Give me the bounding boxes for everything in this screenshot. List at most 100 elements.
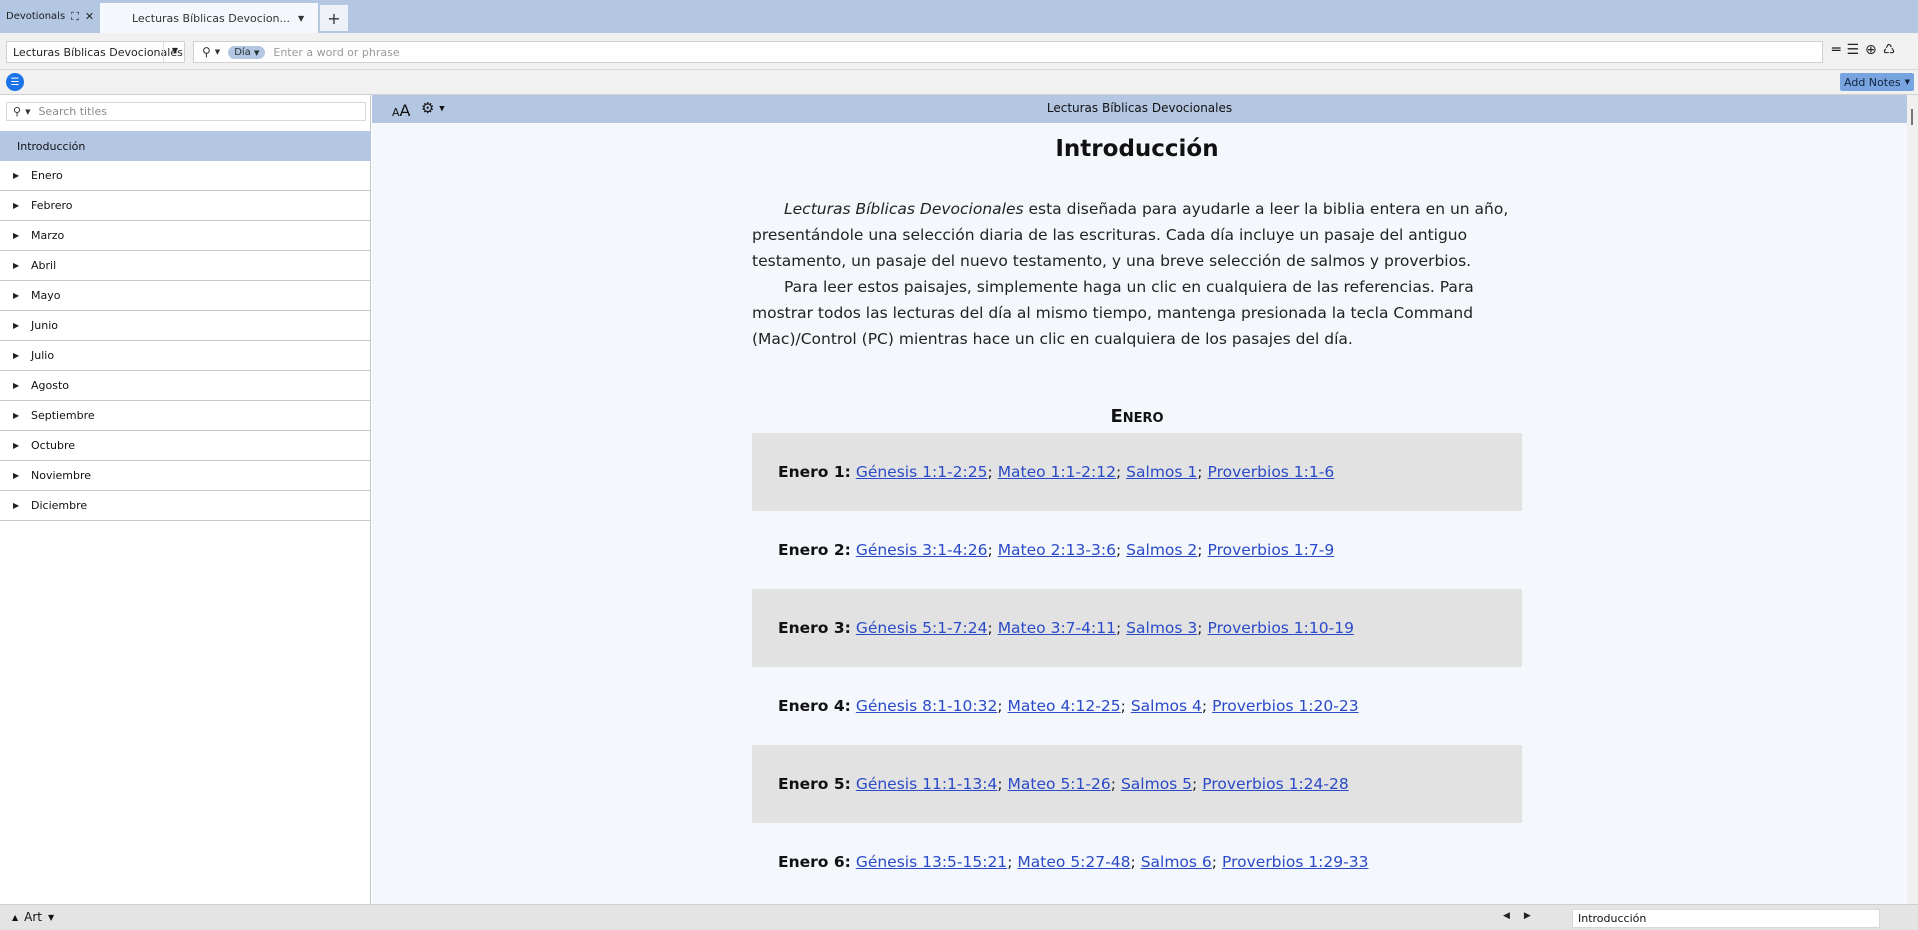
toc-item-label: Octubre xyxy=(31,439,76,452)
toc-item-septiembre[interactable]: ▶ Septiembre xyxy=(0,401,371,431)
ref-link[interactable]: Salmos 2 xyxy=(1126,541,1197,559)
expand-triangle-icon[interactable]: ▶ xyxy=(13,411,31,420)
title-search-box[interactable]: ⚲ ▼ xyxy=(6,102,366,121)
close-icon[interactable]: ✕ xyxy=(85,10,94,23)
ref-link[interactable]: Proverbios 1:7-9 xyxy=(1208,541,1335,559)
search-icon[interactable]: ⚲ xyxy=(13,105,21,118)
expand-triangle-icon[interactable]: ▶ xyxy=(13,201,31,210)
text-outline-icon[interactable]: ☰ xyxy=(1846,42,1859,58)
ref-link[interactable]: Salmos 1 xyxy=(1126,463,1197,481)
ref-link[interactable]: Salmos 4 xyxy=(1131,697,1202,715)
chevron-down-icon[interactable]: ▼ xyxy=(298,14,304,23)
table-of-contents-panel: ⚲ ▼ Introducción ▶Enero ▶Febrero ▶Marzo … xyxy=(0,95,371,904)
tab-label: Lecturas Bíblicas Devocion... xyxy=(132,11,291,25)
search-icon[interactable]: ⚲ xyxy=(202,45,211,59)
reading-pane: Introducción Lecturas Bíblicas Devociona… xyxy=(372,123,1907,904)
expand-triangle-icon[interactable]: ▶ xyxy=(13,501,31,510)
expand-triangle-icon[interactable]: ▶ xyxy=(13,351,31,360)
title-search-input[interactable] xyxy=(38,105,359,118)
ref-link[interactable]: Génesis 5:1-7:24 xyxy=(856,619,988,637)
ref-link[interactable]: Génesis 8:1-10:32 xyxy=(856,697,998,715)
toc-item-abril[interactable]: ▶ Abril xyxy=(0,251,371,281)
toc-item-introduccion[interactable]: Introducción xyxy=(0,131,371,161)
ref-link[interactable]: Génesis 3:1-4:26 xyxy=(856,541,988,559)
back-arrow-icon[interactable]: ◀ xyxy=(1503,911,1510,921)
location-field[interactable]: Introducción xyxy=(1572,909,1880,928)
scrollbar-thumb[interactable] xyxy=(1911,109,1913,125)
toc-item-julio[interactable]: ▶ Julio xyxy=(0,341,371,371)
expand-triangle-icon[interactable]: ▶ xyxy=(13,471,31,480)
toc-item-label: Septiembre xyxy=(31,409,95,422)
resource-title: Lecturas Bíblicas Devocionales xyxy=(1046,101,1233,115)
toc-item-mayo[interactable]: ▶ Mayo xyxy=(0,281,371,311)
expand-triangle-icon[interactable]: ▶ xyxy=(13,261,31,270)
chevron-down-icon[interactable]: ▼ xyxy=(25,108,30,116)
art-button[interactable]: ▲ Art ▼ xyxy=(12,910,54,924)
ref-link[interactable]: Mateo 5:27-48 xyxy=(1017,853,1130,871)
art-label: Art xyxy=(24,910,43,924)
toc-item-label: Febrero xyxy=(31,199,73,212)
recycle-icon[interactable]: ♺ xyxy=(1883,42,1896,58)
expand-icon[interactable]: ⛶ xyxy=(71,10,79,24)
ref-link[interactable]: Mateo 2:13-3:6 xyxy=(998,541,1116,559)
expand-triangle-icon[interactable]: ▶ xyxy=(13,231,31,240)
day-list: Enero 1: Génesis 1:1-2:25; Mateo 1:1-2:1… xyxy=(752,433,1522,901)
toc-item-diciembre[interactable]: ▶ Diciembre xyxy=(0,491,371,521)
toc-toggle-icon[interactable]: ☰ xyxy=(6,73,24,91)
ref-link[interactable]: Proverbios 1:10-19 xyxy=(1208,619,1354,637)
ref-link[interactable]: Mateo 1:1-2:12 xyxy=(998,463,1116,481)
tab-lecturas[interactable]: Lecturas Bíblicas Devocion... ▼ xyxy=(100,3,318,33)
content-scrollbar[interactable] xyxy=(1907,95,1918,904)
search-scope-pill[interactable]: Día ▼ xyxy=(228,45,266,59)
expand-triangle-icon[interactable]: ▶ xyxy=(13,381,31,390)
ref-link[interactable]: Salmos 3 xyxy=(1126,619,1197,637)
parallel-lines-icon[interactable]: ═ xyxy=(1832,42,1840,58)
day-row: Enero 3: Génesis 5:1-7:24; Mateo 3:7-4:1… xyxy=(752,589,1522,667)
ref-link[interactable]: Génesis 13:5-15:21 xyxy=(856,853,1007,871)
chevron-down-icon[interactable]: ▼ xyxy=(215,48,220,56)
ref-link[interactable]: Salmos 6 xyxy=(1141,853,1212,871)
chevron-down-icon: ▼ xyxy=(1904,78,1910,86)
day-label: Enero 5: xyxy=(778,775,851,793)
toc-item-marzo[interactable]: ▶ Marzo xyxy=(0,221,371,251)
ref-link[interactable]: Proverbios 1:24-28 xyxy=(1202,775,1348,793)
ref-link[interactable]: Mateo 4:12-25 xyxy=(1008,697,1121,715)
resource-selector[interactable]: Lecturas Bíblicas Devocionales ▼ xyxy=(6,41,185,63)
expand-triangle-icon[interactable]: ▶ xyxy=(13,171,31,180)
ref-link[interactable]: Mateo 3:7-4:11 xyxy=(998,619,1116,637)
chevron-down-icon[interactable]: ▼ xyxy=(172,46,178,55)
forward-arrow-icon[interactable]: ▶ xyxy=(1524,911,1531,921)
ref-link[interactable]: Salmos 5 xyxy=(1121,775,1192,793)
history-nav: ◀ ▶ xyxy=(1503,911,1531,921)
ref-link[interactable]: Proverbios 1:29-33 xyxy=(1222,853,1368,871)
toc-item-octubre[interactable]: ▶ Octubre xyxy=(0,431,371,461)
toc-item-noviembre[interactable]: ▶ Noviembre xyxy=(0,461,371,491)
day-row: Enero 2: Génesis 3:1-4:26; Mateo 2:13-3:… xyxy=(778,541,1335,559)
toc-item-febrero[interactable]: ▶ Febrero xyxy=(0,191,371,221)
ref-link[interactable]: Proverbios 1:1-6 xyxy=(1208,463,1335,481)
ref-link[interactable]: Génesis 1:1-2:25 xyxy=(856,463,988,481)
expand-triangle-icon[interactable]: ▶ xyxy=(13,291,31,300)
page-title: Introducción xyxy=(1055,136,1219,162)
toc-item-enero[interactable]: ▶ Enero xyxy=(0,161,371,191)
search-bar[interactable]: ⚲ ▼ Día ▼ xyxy=(193,41,1823,63)
expand-triangle-icon[interactable]: ▶ xyxy=(13,441,31,450)
search-input[interactable] xyxy=(273,45,1674,59)
intro-paragraph-2: Para leer estos paisajes, simplemente ha… xyxy=(752,278,1474,348)
triangle-up-icon: ▲ xyxy=(12,912,19,922)
ref-link[interactable]: Mateo 5:1-26 xyxy=(1008,775,1111,793)
chevron-down-icon: ▼ xyxy=(48,912,55,922)
day-row: Enero 4: Génesis 8:1-10:32; Mateo 4:12-2… xyxy=(778,697,1359,715)
add-tab-button[interactable]: + xyxy=(320,5,348,31)
ref-link[interactable]: Proverbios 1:20-23 xyxy=(1212,697,1358,715)
ref-link[interactable]: Génesis 11:1-13:4 xyxy=(856,775,998,793)
day-label: Enero 3: xyxy=(778,619,851,637)
chevron-down-icon: ▼ xyxy=(253,48,260,57)
add-circle-icon[interactable]: ⊕ xyxy=(1865,42,1877,58)
intro-paragraph-1: Lecturas Bíblicas Devocionales esta dise… xyxy=(752,196,1522,274)
expand-triangle-icon[interactable]: ▶ xyxy=(13,321,31,330)
add-notes-button[interactable]: Add Notes ▼ xyxy=(1840,73,1914,91)
panel-tab-devotionals[interactable]: Devotionals ⛶ ✕ xyxy=(0,0,98,33)
toc-item-junio[interactable]: ▶ Junio xyxy=(0,311,371,341)
toc-item-agosto[interactable]: ▶ Agosto xyxy=(0,371,371,401)
